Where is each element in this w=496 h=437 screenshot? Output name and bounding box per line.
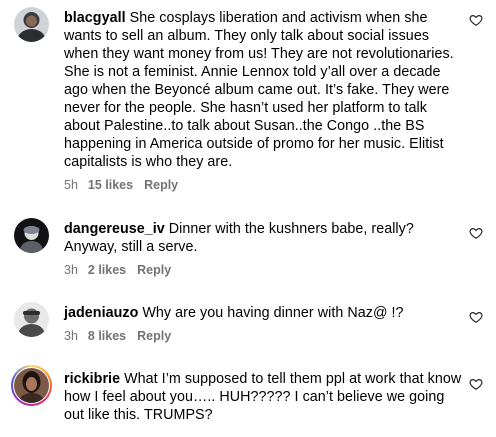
heart-outline-icon[interactable] bbox=[469, 310, 483, 324]
comment-text: She cosplays liberation and activism whe… bbox=[64, 10, 454, 170]
comment-body: dangereuse_iv Dinner with the kushners ba… bbox=[64, 220, 464, 256]
comment-username[interactable]: rickibrie bbox=[64, 371, 120, 387]
comment-username[interactable]: jadeniauzo bbox=[64, 305, 138, 321]
reply-button[interactable]: Reply bbox=[144, 178, 178, 192]
comment-meta: 3h 2 likes Reply bbox=[64, 262, 179, 278]
comment-body: blacgyall She cosplays liberation and act… bbox=[64, 9, 464, 171]
comment-likes[interactable]: 2 likes bbox=[88, 263, 126, 277]
reply-button[interactable]: Reply bbox=[137, 263, 171, 277]
comment-meta: 3h 8 likes Reply bbox=[64, 328, 179, 344]
comment-likes[interactable]: 8 likes bbox=[88, 329, 126, 343]
heart-outline-icon[interactable] bbox=[469, 13, 483, 27]
reply-button[interactable]: Reply bbox=[137, 329, 171, 343]
comment-text: What I’m supposed to tell them ppl at wo… bbox=[64, 371, 462, 423]
comment-username[interactable]: dangereuse_iv bbox=[64, 221, 165, 237]
comment-meta: 5h 15 likes Reply bbox=[64, 177, 186, 193]
comment-text: Why are you having dinner with Naz@ !? bbox=[142, 305, 404, 321]
avatar[interactable] bbox=[14, 7, 49, 42]
comment-body: rickibrie What I’m supposed to tell them … bbox=[64, 370, 464, 424]
comment-time: 5h bbox=[64, 178, 78, 192]
story-ring[interactable] bbox=[11, 365, 52, 406]
comment-body: jadeniauzo Why are you having dinner with… bbox=[64, 304, 464, 322]
heart-outline-icon[interactable] bbox=[469, 226, 483, 240]
comment-time: 3h bbox=[64, 329, 78, 343]
comment-username[interactable]: blacgyall bbox=[64, 10, 126, 26]
avatar[interactable] bbox=[14, 218, 49, 253]
comment-time: 3h bbox=[64, 263, 78, 277]
comment-likes[interactable]: 15 likes bbox=[88, 178, 133, 192]
avatar[interactable] bbox=[14, 302, 49, 337]
avatar[interactable] bbox=[14, 368, 49, 403]
heart-outline-icon[interactable] bbox=[469, 377, 483, 391]
